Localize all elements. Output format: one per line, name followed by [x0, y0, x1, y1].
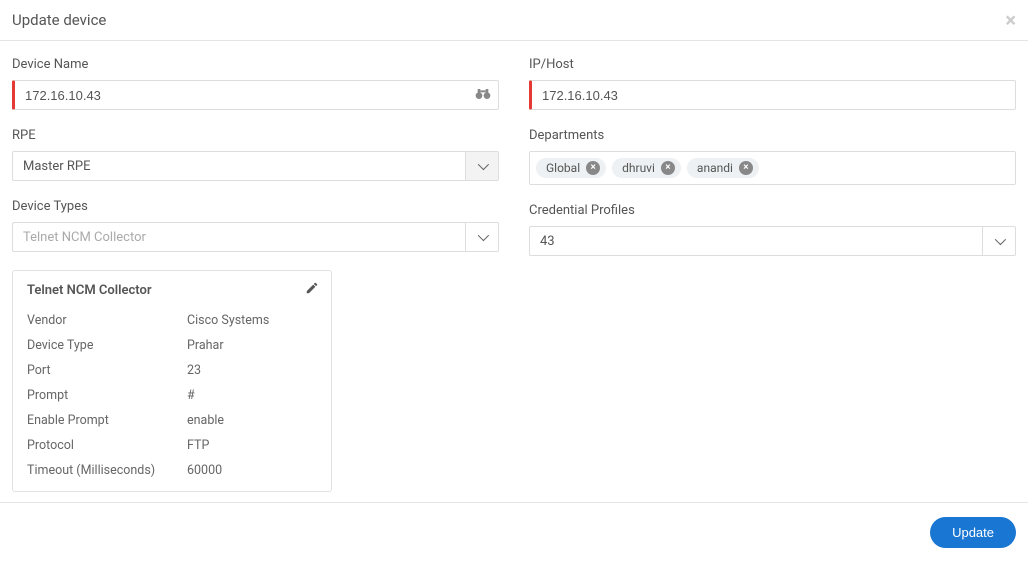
binoculars-icon[interactable] [475, 86, 491, 104]
ip-host-input[interactable] [529, 80, 1016, 110]
device-types-select[interactable]: Telnet NCM Collector [12, 222, 499, 252]
close-icon[interactable]: × [1005, 10, 1016, 30]
ip-host-label: IP/Host [529, 57, 1016, 72]
kv-row: VendorCisco Systems [27, 308, 317, 333]
device-name-label: Device Name [12, 57, 499, 72]
device-types-value: Telnet NCM Collector [12, 222, 465, 252]
dialog-header: Update device × [0, 0, 1028, 41]
rpe-select[interactable]: Master RPE [12, 151, 499, 181]
tag: Global × [536, 158, 606, 178]
kv-key: Port [27, 363, 187, 378]
field-rpe: RPE Master RPE [12, 128, 499, 181]
kv-row: Device TypePrahar [27, 333, 317, 358]
device-name-input-wrap [12, 80, 499, 110]
left-column: Device Name RPE Master RPE Device Types … [12, 57, 499, 492]
field-ip-host: IP/Host [529, 57, 1016, 110]
kv-row: ProtocolFTP [27, 433, 317, 458]
tag-remove-icon[interactable]: × [739, 161, 753, 175]
field-device-types: Device Types Telnet NCM Collector [12, 199, 499, 252]
device-name-input[interactable] [12, 80, 499, 110]
kv-row: Enable Promptenable [27, 408, 317, 433]
kv-value: enable [187, 413, 224, 428]
dialog-footer: Update [0, 502, 1028, 562]
credential-profiles-dropdown-button[interactable] [982, 226, 1016, 256]
rpe-label: RPE [12, 128, 499, 143]
card-title: Telnet NCM Collector [27, 283, 317, 298]
kv-value: 23 [187, 363, 201, 378]
rpe-dropdown-button[interactable] [465, 151, 499, 181]
kv-value: Prahar [187, 338, 224, 353]
rpe-value: Master RPE [12, 151, 465, 181]
kv-value: Cisco Systems [187, 313, 269, 328]
kv-row: Timeout (Milliseconds)60000 [27, 458, 317, 483]
credential-profiles-label: Credential Profiles [529, 203, 1016, 218]
collector-card: Telnet NCM Collector VendorCisco Systems… [12, 270, 332, 492]
kv-row: Prompt# [27, 383, 317, 408]
kv-key: Device Type [27, 338, 187, 353]
dialog-body: Device Name RPE Master RPE Device Types … [0, 41, 1028, 502]
kv-key: Prompt [27, 388, 187, 403]
kv-row: Port23 [27, 358, 317, 383]
field-device-name: Device Name [12, 57, 499, 110]
kv-key: Timeout (Milliseconds) [27, 463, 187, 478]
chevron-down-icon [478, 230, 489, 241]
kv-value: # [187, 388, 195, 403]
field-credential-profiles: Credential Profiles 43 [529, 203, 1016, 256]
field-departments: Departments Global × dhruvi × anandi × [529, 128, 1016, 185]
right-column: IP/Host Departments Global × dhruvi × anan… [529, 57, 1016, 492]
tag-remove-icon[interactable]: × [661, 161, 675, 175]
kv-value: 60000 [187, 463, 222, 478]
credential-profiles-value: 43 [529, 226, 982, 256]
pencil-icon[interactable] [305, 281, 319, 299]
tag-label: anandi [697, 161, 733, 175]
device-types-label: Device Types [12, 199, 499, 214]
kv-value: FTP [187, 438, 209, 453]
kv-key: Enable Prompt [27, 413, 187, 428]
departments-tags[interactable]: Global × dhruvi × anandi × [529, 151, 1016, 185]
kv-key: Protocol [27, 438, 187, 453]
tag: dhruvi × [612, 158, 681, 178]
update-button[interactable]: Update [930, 517, 1016, 548]
chevron-down-icon [478, 159, 489, 170]
tag-label: Global [546, 161, 580, 175]
ip-host-input-wrap [529, 80, 1016, 110]
kv-key: Vendor [27, 313, 187, 328]
device-types-dropdown-button[interactable] [465, 222, 499, 252]
departments-label: Departments [529, 128, 1016, 143]
dialog-title: Update device [12, 11, 106, 29]
tag-remove-icon[interactable]: × [586, 161, 600, 175]
tag-label: dhruvi [622, 161, 655, 175]
tag: anandi × [687, 158, 759, 178]
credential-profiles-select[interactable]: 43 [529, 226, 1016, 256]
chevron-down-icon [995, 234, 1006, 245]
